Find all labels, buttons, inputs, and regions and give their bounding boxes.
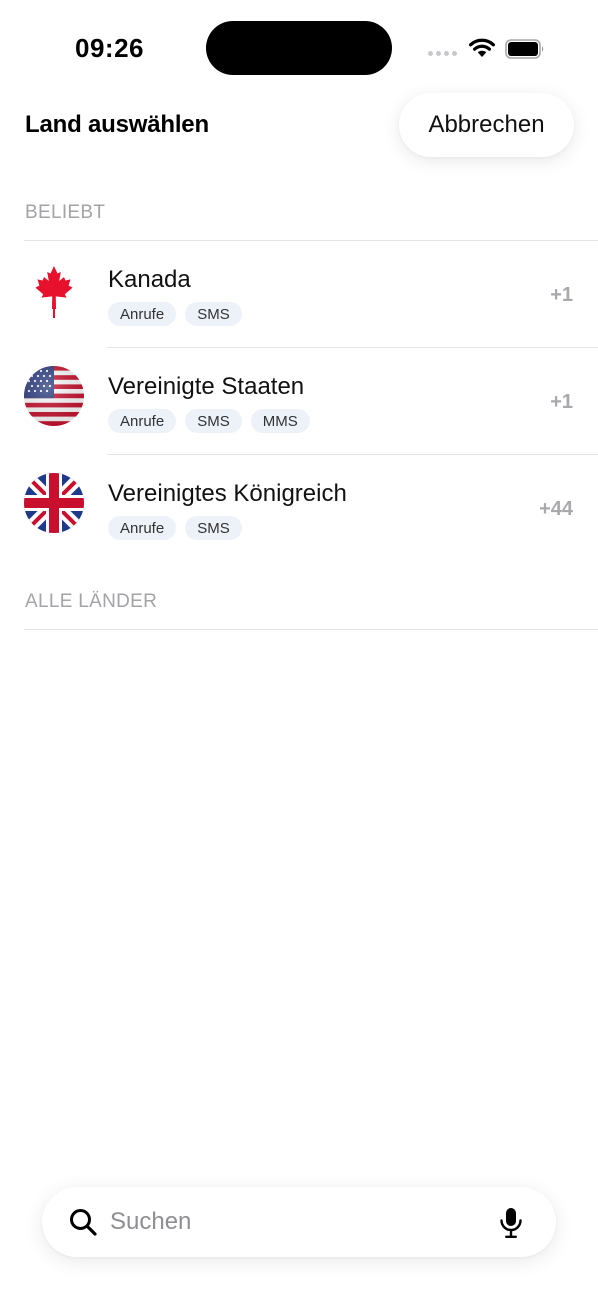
status-time: 09:26 (75, 33, 144, 63)
search-icon (70, 1209, 97, 1236)
wifi-icon (469, 38, 495, 57)
country-picker-screen: 09:26 Land auswählen Abbrechen BELIEBT K… (0, 0, 598, 1300)
tag-sms: SMS (185, 302, 242, 326)
tag-mms: MMS (250, 409, 310, 433)
tag-calls: Anrufe (108, 302, 177, 326)
section-label-popular: BELIEBT (25, 202, 106, 223)
capability-tags: Anrufe SMS (108, 516, 242, 540)
signal-icon (428, 51, 457, 56)
usa-flag-icon (24, 366, 84, 426)
microphone-icon[interactable] (498, 1207, 524, 1239)
tag-sms: SMS (185, 516, 242, 540)
battery-icon (505, 39, 544, 59)
search-input[interactable] (110, 1203, 470, 1241)
country-name: Vereinigte Staaten (108, 373, 305, 400)
cancel-button[interactable]: Abbrechen (399, 93, 574, 157)
section-divider (24, 629, 598, 630)
capability-tags: Anrufe SMS MMS (108, 409, 310, 433)
section-label-all-countries: ALLE LÄNDER (25, 591, 158, 612)
page-title: Land auswählen (25, 111, 209, 138)
dial-code: +1 (550, 284, 573, 306)
canada-flag-icon (24, 264, 84, 324)
country-name: Kanada (108, 266, 191, 293)
dynamic-island (206, 21, 392, 75)
country-row-canada[interactable]: Kanada Anrufe SMS +1 (0, 241, 598, 348)
tag-calls: Anrufe (108, 409, 177, 433)
tag-calls: Anrufe (108, 516, 177, 540)
country-row-united-states[interactable]: Vereinigte Staaten Anrufe SMS MMS +1 (0, 348, 598, 455)
tag-sms: SMS (185, 409, 242, 433)
dial-code: +1 (550, 391, 573, 413)
capability-tags: Anrufe SMS (108, 302, 242, 326)
uk-flag-icon (24, 473, 84, 533)
dial-code: +44 (539, 498, 573, 520)
search-bar[interactable] (42, 1187, 556, 1257)
country-row-united-kingdom[interactable]: Vereinigtes Königreich Anrufe SMS +44 (0, 455, 598, 562)
country-name: Vereinigtes Königreich (108, 480, 347, 507)
